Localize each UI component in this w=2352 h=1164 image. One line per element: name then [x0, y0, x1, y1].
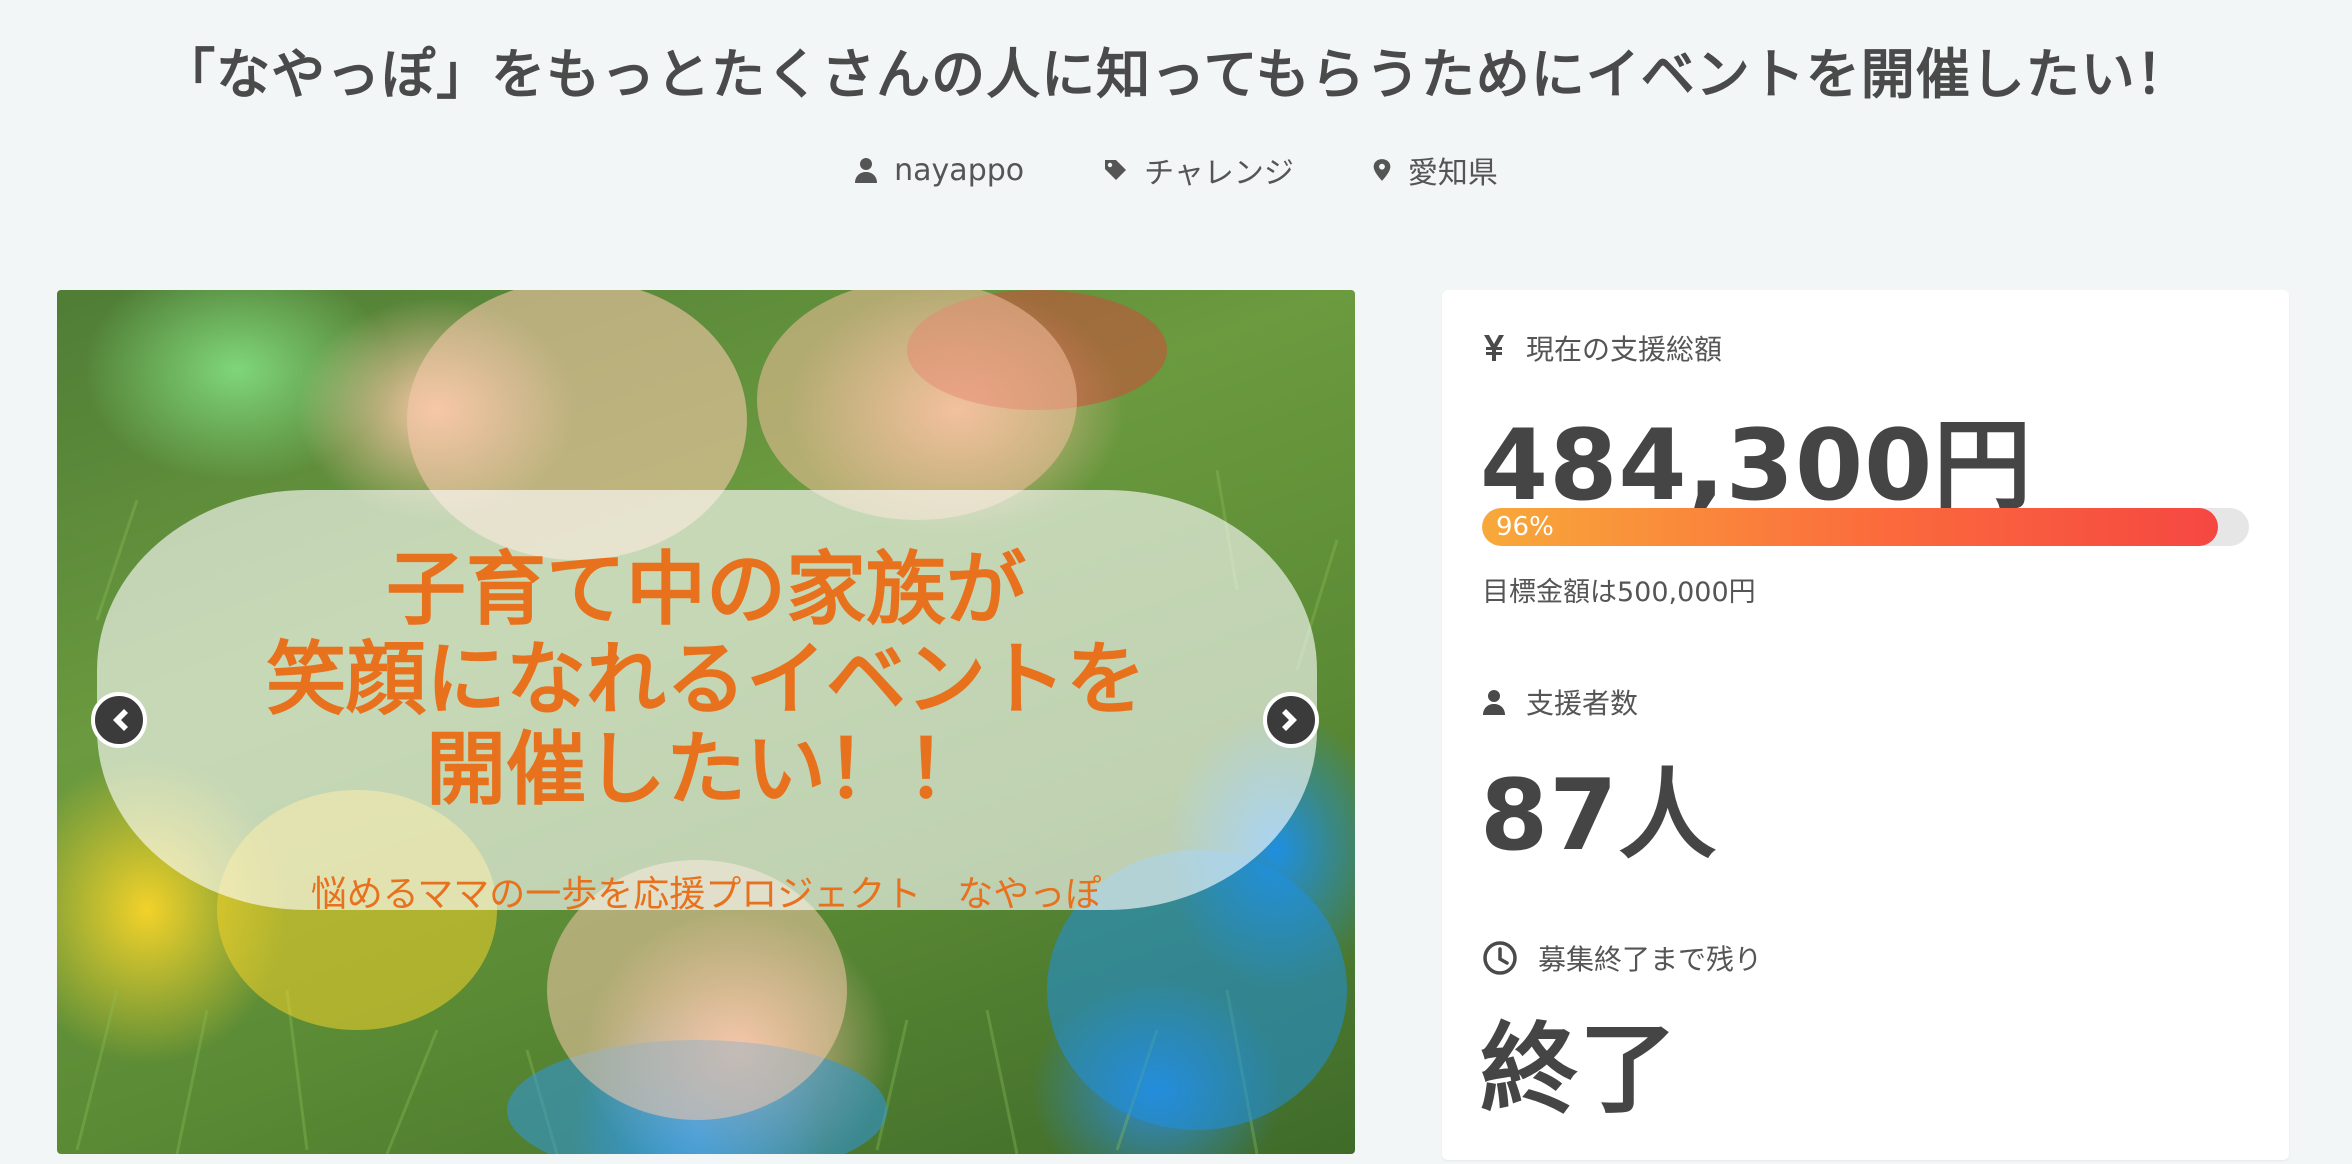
image-carousel[interactable]: 子育て中の家族が 笑顔になれるイベントを 開催したい！！ 悩めるママの一歩を応援…	[57, 290, 1355, 1154]
funding-progress-percent: 96%	[1496, 512, 1554, 542]
user-icon	[1483, 690, 1505, 715]
time-label: 募集終了まで残り	[1538, 943, 1763, 976]
carousel-prev-button[interactable]	[91, 692, 147, 748]
supporters-label-row: 支援者数	[1482, 682, 1638, 722]
funding-label-row: 現在の支援総額	[1482, 328, 1722, 368]
time-remaining: 終了	[1480, 1013, 1679, 1127]
location-link[interactable]: 愛知県	[1372, 148, 1498, 192]
supporters-count: 87人	[1480, 759, 1718, 873]
yen-icon	[1484, 335, 1504, 361]
tag-icon	[1105, 160, 1127, 180]
owner-link[interactable]: nayappo	[854, 148, 1024, 192]
hero-headline-line: 開催したい！！	[426, 723, 986, 816]
funding-amount: 484,300円	[1480, 409, 2033, 523]
hero-subline: 悩めるママの一歩を応援プロジェクト なやっぽ	[310, 874, 1102, 915]
map-pin-icon	[1373, 159, 1391, 181]
user-icon	[855, 158, 878, 183]
chevron-left-icon	[113, 709, 128, 731]
chevron-right-icon	[1282, 709, 1297, 731]
page-title: 「なやっぽ」をもっとたくさんの人に知ってもらうためにイベントを開催したい！	[161, 43, 2191, 106]
hero-headline-line: 子育て中の家族が	[386, 543, 1026, 636]
project-meta: nayappo チャレンジ 愛知県	[0, 148, 2352, 192]
category-name: チャレンジ	[1144, 156, 1294, 191]
time-label-row: 募集終了まで残り	[1482, 938, 1762, 978]
stats-panel: 現在の支援総額 484,300円 96% 目標金額は500,000円 支援者数 …	[1442, 290, 2289, 1160]
funding-progress-bar: 96%	[1482, 508, 2249, 546]
goal-amount: 目標金額は500,000円	[1482, 577, 1756, 608]
funding-progress-fill: 96%	[1482, 508, 2219, 546]
supporters-label: 支援者数	[1526, 687, 1639, 720]
location-name: 愛知県	[1407, 156, 1498, 191]
hero-headline-line: 笑顔になれるイベントを	[266, 633, 1146, 726]
clock-icon	[1483, 941, 1517, 975]
hero-headline: 子育て中の家族が 笑顔になれるイベントを 開催したい！！	[57, 545, 1355, 815]
funding-label: 現在の支援総額	[1526, 333, 1723, 366]
owner-name: nayappo	[894, 152, 1025, 188]
category-link[interactable]: チャレンジ	[1102, 148, 1294, 192]
carousel-next-button[interactable]	[1263, 692, 1319, 748]
